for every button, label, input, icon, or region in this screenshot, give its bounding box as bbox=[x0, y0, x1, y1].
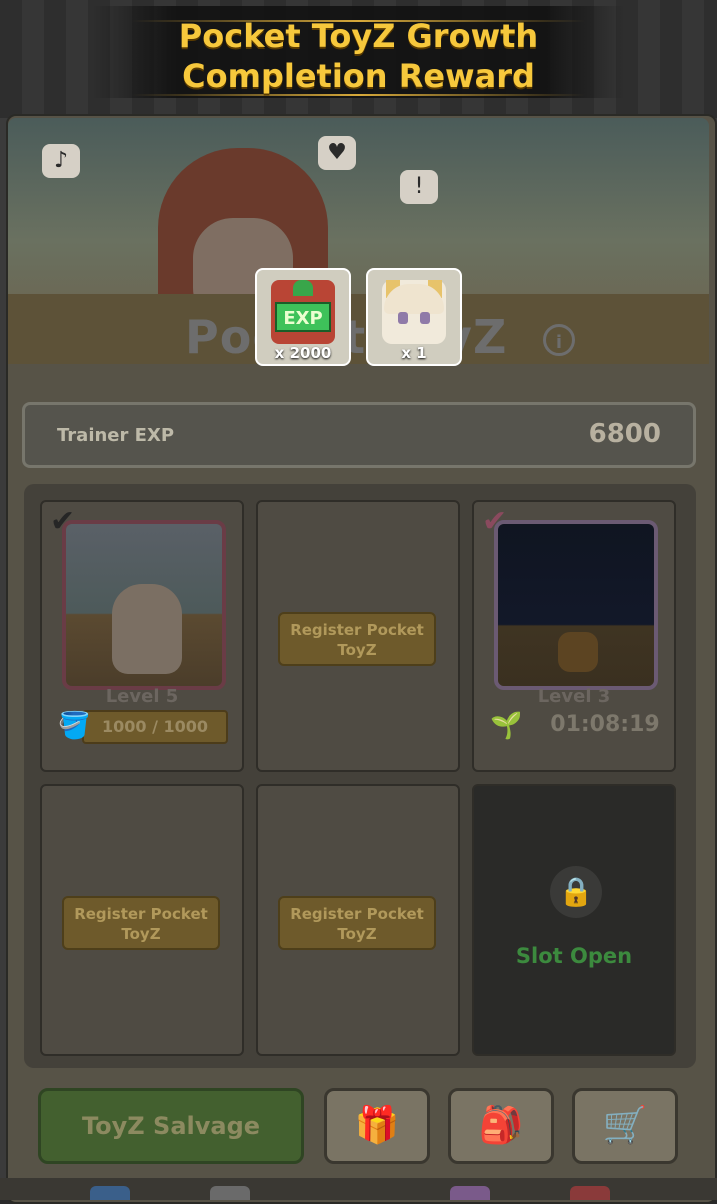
trainer-exp-label: Trainer EXP bbox=[57, 425, 175, 446]
reward-quantity: x 1 bbox=[401, 344, 427, 362]
register-toyz-button[interactable]: Register Pocket ToyZ bbox=[62, 896, 220, 950]
growth-slot-6-locked[interactable]: 🔒 Slot Open bbox=[472, 784, 676, 1056]
reward-quantity: x 2000 bbox=[274, 344, 332, 362]
check-icon: ✔ bbox=[50, 504, 76, 539]
nav-item-peek-2[interactable] bbox=[210, 1186, 250, 1200]
nav-item-peek-1[interactable] bbox=[90, 1186, 130, 1200]
toyz-portrait-frame bbox=[494, 520, 658, 690]
growth-slot-5[interactable]: Register Pocket ToyZ bbox=[256, 784, 460, 1056]
nav-item-peek-3[interactable] bbox=[450, 1186, 490, 1200]
growth-slot-1[interactable]: ✔ Level 5 1000 / 1000 🪣 bbox=[40, 500, 244, 772]
toyz-portrait-icon bbox=[382, 280, 446, 344]
growth-slot-2[interactable]: Register Pocket ToyZ bbox=[256, 500, 460, 772]
gift-box-icon: 🎁 bbox=[354, 1105, 400, 1146]
reward-item-exp[interactable]: EXP x 2000 bbox=[255, 268, 351, 366]
heart-icon: ♥ bbox=[318, 136, 356, 170]
fairy-toyz-illustration bbox=[112, 584, 182, 674]
reward-title-line-1: Pocket ToyZ Growth bbox=[178, 17, 539, 55]
reward-title: Pocket ToyZ Growth Completion Reward bbox=[92, 16, 625, 96]
shop-cart-button[interactable]: 🛒 bbox=[572, 1088, 678, 1164]
growth-screen: Pocket ToyZ Growth Completion Reward ♪ ♥… bbox=[0, 0, 717, 1204]
music-note-icon: ♪ bbox=[42, 144, 80, 178]
slot-level: Level 3 bbox=[537, 686, 611, 707]
toyz-eye-right bbox=[420, 312, 430, 324]
slot-open-label: Slot Open bbox=[515, 944, 633, 968]
hero-brand-text: Pocket ToyZ bbox=[185, 310, 545, 366]
toyz-salvage-button[interactable]: ToyZ Salvage bbox=[38, 1088, 304, 1164]
register-toyz-button[interactable]: Register Pocket ToyZ bbox=[278, 612, 436, 666]
gift-box-button[interactable]: 🎁 bbox=[324, 1088, 430, 1164]
reward-title-line-2: Completion Reward bbox=[182, 57, 535, 95]
nav-item-peek-4[interactable] bbox=[570, 1186, 610, 1200]
toyz-eye-left bbox=[398, 312, 408, 324]
reward-item-toyz[interactable]: x 1 bbox=[366, 268, 462, 366]
seed-sprite-illustration bbox=[558, 632, 598, 672]
sprout-leaf bbox=[293, 280, 313, 296]
trainer-exp-bar: Trainer EXP 6800 bbox=[22, 402, 696, 468]
exp-tag: EXP bbox=[275, 302, 331, 332]
growth-slot-4[interactable]: Register Pocket ToyZ bbox=[40, 784, 244, 1056]
sprout-icon: 🌱 bbox=[490, 711, 523, 741]
info-icon[interactable]: i bbox=[543, 324, 575, 356]
growth-slot-3[interactable]: ✔ Level 3 🌱 01:08:19 bbox=[472, 500, 676, 772]
growth-slots-area: ✔ Level 5 1000 / 1000 🪣 Register Pocket … bbox=[24, 484, 696, 1068]
register-toyz-button[interactable]: Register Pocket ToyZ bbox=[278, 896, 436, 950]
trainer-exp-value: 6800 bbox=[588, 419, 661, 449]
slot-level: Level 5 bbox=[105, 686, 179, 707]
check-icon: ✔ bbox=[482, 504, 508, 539]
lock-icon: 🔒 bbox=[550, 866, 602, 918]
watering-can-icon: 🪣 bbox=[58, 711, 91, 741]
exp-box-icon: EXP bbox=[271, 280, 335, 344]
exclamation-icon: ! bbox=[400, 170, 438, 204]
backpack-button[interactable]: 🎒 bbox=[448, 1088, 554, 1164]
backpack-icon: 🎒 bbox=[478, 1105, 524, 1146]
water-progress: 1000 / 1000 bbox=[82, 710, 228, 744]
reward-title-banner: Pocket ToyZ Growth Completion Reward bbox=[92, 6, 625, 98]
toyz-portrait-frame bbox=[62, 520, 226, 690]
growth-timer: 01:08:19 bbox=[550, 712, 660, 737]
shop-cart-icon: 🛒 bbox=[602, 1105, 648, 1146]
